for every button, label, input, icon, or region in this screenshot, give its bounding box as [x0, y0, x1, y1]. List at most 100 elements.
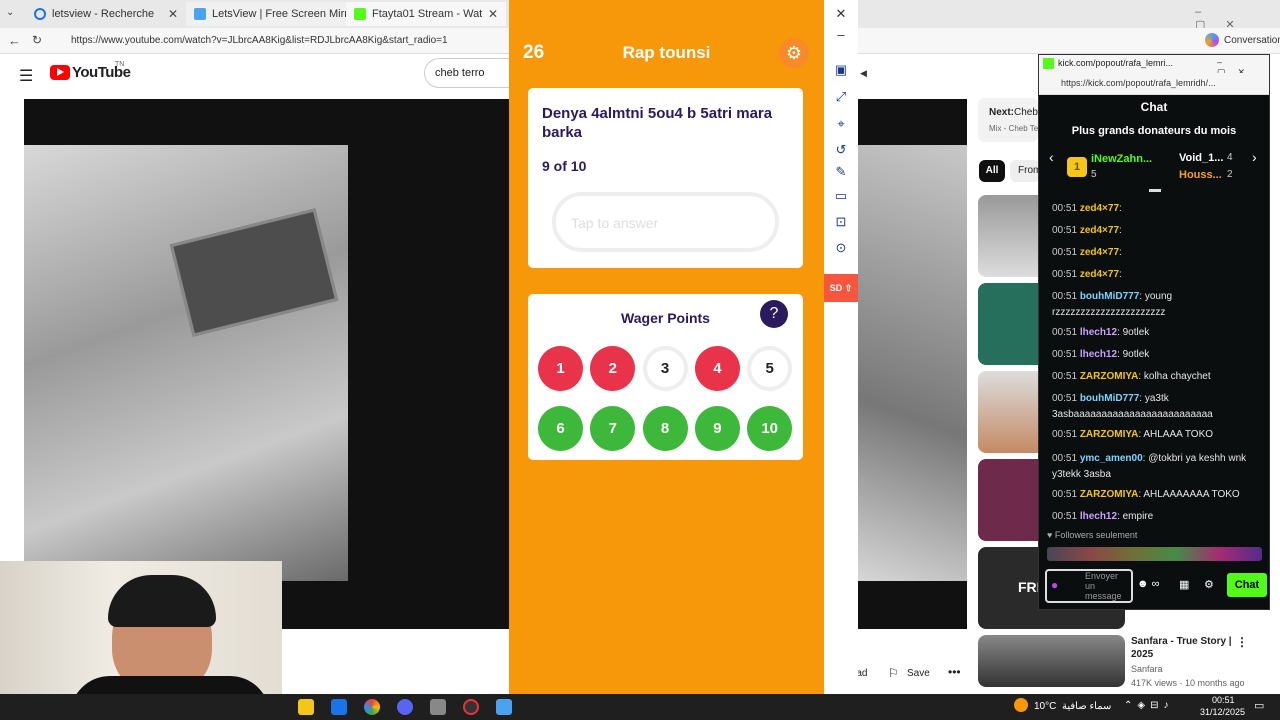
copilot-icon[interactable] — [1205, 33, 1219, 47]
obs-icon[interactable] — [463, 699, 479, 715]
wager-button-6[interactable]: 6 — [538, 406, 583, 451]
message-input[interactable]: ● Envoyer un message — [1045, 569, 1133, 603]
wager-button-8[interactable]: 8 — [642, 406, 688, 451]
search-input[interactable]: cheb terro — [424, 58, 512, 88]
app-icon[interactable] — [430, 699, 446, 715]
letsview-icon[interactable] — [496, 699, 512, 715]
kick-address-bar: https://kick.com/popout/rafa_lemridh/... — [1039, 73, 1269, 95]
message-user[interactable]: zed4×77 — [1080, 247, 1119, 258]
rec-thumbnail-sanfara[interactable] — [978, 635, 1125, 687]
minimize-icon[interactable]: – — [833, 27, 849, 43]
donor-name: iNewZahn... — [1091, 153, 1153, 165]
message-time: 00:51 — [1052, 247, 1078, 258]
fullscreen-icon[interactable]: ⤢ — [833, 89, 849, 105]
weather-desc[interactable]: سماء صافية — [1062, 701, 1111, 712]
wager-button-9[interactable]: 9 — [694, 406, 740, 451]
rec-channel[interactable]: Sanfara — [1131, 664, 1163, 674]
followers-only-label: ♥ Followers seulement — [1047, 530, 1138, 540]
send-chat-button[interactable]: Chat — [1227, 573, 1267, 597]
gear-icon[interactable]: ⚙ — [1204, 578, 1214, 591]
discord-icon[interactable] — [397, 699, 413, 715]
tray-icons[interactable]: ⌃◈⊟♪ — [1124, 700, 1173, 711]
next-arrow-icon[interactable]: › — [1252, 149, 1257, 165]
emote-icon[interactable]: ☻ ∞ — [1137, 578, 1159, 590]
prev-arrow-icon[interactable]: ‹ — [1049, 149, 1054, 165]
answer-input[interactable]: Tap to answer — [552, 192, 779, 252]
chip-all[interactable]: All — [979, 160, 1005, 182]
chat-message: 00:51 bouhMiD777: ya3tk 3asbaaaaaaaaaaaa… — [1052, 391, 1262, 423]
message-user[interactable]: ZARZOMIYA — [1080, 489, 1139, 500]
pin-icon[interactable]: ⌖ — [833, 116, 849, 132]
message-text: : AHLAAAAAAA TOKO — [1138, 489, 1240, 500]
weather-temp[interactable]: 10°C — [1034, 701, 1056, 712]
screen-record-icon[interactable]: ▣ — [833, 62, 849, 78]
trivia-game-panel: 26 Rap tounsi ⚙ Denya 4almtni 5ou4 b 5at… — [509, 0, 824, 694]
pen-icon[interactable]: ✎ — [833, 164, 849, 180]
clock-date[interactable]: 31/12/2025 — [1200, 707, 1245, 717]
mirror-toolbar: ✕ – ▣ ⤢ ⌖ ↺ ✎ ▭ ⊡ ⊙ SD ⇧ — [824, 0, 858, 694]
notification-icon[interactable]: ▭ — [1254, 699, 1264, 712]
message-user[interactable]: ymc_amen00 — [1080, 453, 1143, 464]
message-text: : — [1119, 269, 1122, 280]
wager-button-4[interactable]: 4 — [694, 346, 740, 391]
wager-button-2[interactable]: 2 — [590, 346, 636, 391]
wager-button-1[interactable]: 1 — [538, 346, 583, 391]
wager-button-7[interactable]: 7 — [590, 406, 636, 451]
message-text: : empire — [1117, 511, 1154, 522]
reload-icon[interactable]: ↻ — [32, 33, 42, 47]
weather-icon[interactable] — [1014, 698, 1028, 712]
message-user[interactable]: lhech12 — [1080, 327, 1117, 338]
record-icon[interactable]: ⊙ — [833, 240, 849, 256]
chat-message: 00:51 zed4×77: — [1052, 267, 1262, 283]
message-user[interactable]: ZARZOMIYA — [1080, 429, 1139, 440]
wager-button-10[interactable]: 10 — [747, 406, 793, 451]
rec-title[interactable]: Sanfara - True Story | 2025 — [1131, 635, 1239, 661]
message-user[interactable]: zed4×77 — [1080, 225, 1119, 236]
message-text: : AHLAAA TOKO — [1138, 429, 1214, 440]
menu-icon[interactable]: ☰ — [19, 66, 33, 86]
wager-button-5[interactable]: 5 — [747, 346, 793, 391]
wager-card: Wager Points ? 1 2 3 4 5 6 7 8 9 10 — [528, 294, 803, 460]
settings-gear-icon[interactable]: ⚙ — [779, 38, 809, 68]
youtube-logo-icon[interactable] — [50, 65, 70, 80]
chrome-icon[interactable] — [364, 699, 380, 715]
clock-time[interactable]: 00:51 — [1212, 695, 1235, 705]
message-user[interactable]: bouhMiD777 — [1080, 393, 1139, 404]
message-user[interactable]: lhech12 — [1080, 349, 1117, 360]
close-tab-icon[interactable]: ✕ — [488, 7, 498, 21]
close-icon[interactable]: ✕ — [833, 6, 849, 22]
mic-icon[interactable]: ● — [1051, 578, 1058, 592]
bookmark-icon[interactable]: ⚐ — [888, 666, 899, 680]
help-button[interactable]: ? — [760, 300, 788, 328]
back-icon[interactable]: ← — [8, 33, 21, 48]
message-user[interactable]: lhech12 — [1080, 511, 1117, 522]
tab-list-chevron-icon[interactable]: ⌄ — [6, 7, 14, 18]
copilot-label[interactable]: Conversation — [1224, 35, 1280, 46]
file-explorer-icon[interactable] — [298, 699, 314, 715]
tab-letsview-search[interactable]: letsview - Recherche ✕ — [26, 2, 186, 26]
message-user[interactable]: bouhMiD777 — [1080, 291, 1139, 302]
more-actions-icon[interactable]: ••• — [948, 665, 961, 679]
whiteboard-icon[interactable]: ▭ — [833, 188, 849, 204]
save-button[interactable]: Save — [907, 668, 930, 679]
chat-message: 00:51 ymc_amen00: @tokbri ya keshh wnk y… — [1052, 451, 1262, 483]
message-user[interactable]: ZARZOMIYA — [1080, 371, 1139, 382]
emote-bar[interactable] — [1047, 547, 1262, 561]
tab-kick-stream[interactable]: Ftayta01 Stream - Watch Live on K ✕ — [346, 2, 506, 26]
quality-button[interactable]: SD ⇧ — [824, 274, 858, 302]
chip-from[interactable]: From — [1010, 160, 1040, 182]
next-up-card[interactable]: Next: Cheb T Mix - Cheb Te — [978, 98, 1047, 142]
wager-button-3[interactable]: 3 — [642, 346, 688, 391]
crop-icon[interactable]: ⊡ — [833, 214, 849, 230]
message-user[interactable]: zed4×77 — [1080, 269, 1119, 280]
store-icon[interactable]: ▦ — [1179, 578, 1189, 591]
url-field[interactable]: https://www.youtube.com/watch?v=JLbrcAA8… — [55, 31, 505, 51]
outlook-icon[interactable] — [331, 699, 347, 715]
close-tab-icon[interactable]: ✕ — [168, 7, 178, 21]
question-text: Denya 4almtni 5ou4 b 5atri mara barka — [542, 105, 773, 141]
collapse-arrow-icon[interactable]: ◀ — [860, 68, 867, 79]
message-user[interactable]: zed4×77 — [1080, 203, 1119, 214]
rec-menu-icon[interactable]: ⋮ — [1236, 635, 1248, 649]
drag-handle-icon[interactable] — [1149, 189, 1161, 192]
rotate-icon[interactable]: ↺ — [833, 142, 849, 158]
